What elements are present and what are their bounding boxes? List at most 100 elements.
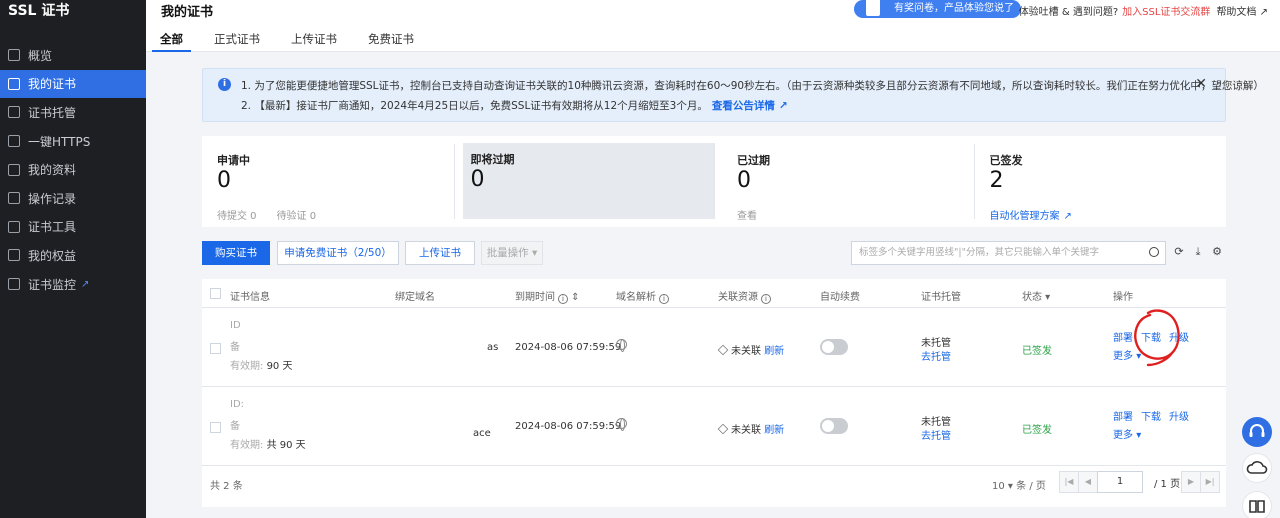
stat-value: 2	[989, 168, 1004, 193]
download-icon[interactable]: ⤓	[1191, 245, 1205, 259]
tab-formal[interactable]: 正式证书	[214, 31, 260, 52]
notice-detail-link[interactable]: 查看公告详情	[712, 100, 775, 112]
feedback-link[interactable]: 体验吐槽 & 遇到问题?	[1019, 7, 1118, 18]
cube-icon	[717, 344, 729, 356]
row-checkbox[interactable]	[210, 343, 221, 354]
next-page-button[interactable]: ▶	[1181, 471, 1201, 493]
refresh-icon[interactable]: ⟳	[1172, 245, 1186, 259]
sidebar-item-operation-log[interactable]: 操作记录	[0, 184, 146, 213]
refresh-link[interactable]: 刷新	[764, 425, 784, 436]
notice-line-2: 2. 【最新】接证书厂商通知，2024年4月25日以后，免费SSL证书有效期将从…	[241, 98, 788, 113]
select-all-checkbox[interactable]	[210, 288, 221, 299]
refresh-link[interactable]: 刷新	[764, 346, 784, 357]
cert-validity: 有效期: 共 90 天	[230, 436, 306, 451]
column-status[interactable]: 状态 ▾	[1022, 288, 1050, 303]
auto-renew-toggle[interactable]	[820, 339, 848, 355]
tab-free[interactable]: 免费证书	[368, 31, 414, 52]
column-dns: 域名解析 i	[616, 288, 669, 304]
annotation-circle	[1134, 309, 1180, 367]
https-icon	[8, 135, 20, 148]
sidebar-item-my-info[interactable]: 我的资料	[0, 155, 146, 184]
stat-pending[interactable]: 申请中 0 待提交 0 待验证 0	[202, 144, 455, 222]
docs-button[interactable]	[1242, 491, 1272, 518]
sidebar-item-label: 我的资料	[28, 163, 77, 178]
hosting-status: 未托管	[921, 417, 951, 428]
stat-sub-view[interactable]: 查看	[737, 207, 757, 222]
stat-expired[interactable]: 已过期 0 查看	[722, 144, 975, 222]
expire-time: 2024-08-06 07:59:59	[515, 342, 622, 353]
main-area: 我的证书 全部 正式证书 上传证书 免费证书 有奖问卷，产品体验您说了算 体验吐…	[146, 0, 1280, 518]
certificate-table: 证书信息 绑定域名 到期时间 i ⇕ 域名解析 i 关联资源 i 自动续费 证书托管 …	[202, 279, 1226, 507]
headset-icon	[1249, 424, 1265, 437]
page-input[interactable]: 1	[1097, 471, 1143, 493]
tab-uploaded[interactable]: 上传证书	[291, 31, 337, 52]
stat-issued[interactable]: 已签发 2 自动化管理方案 ↗	[975, 144, 1227, 222]
cert-id-label: ID	[230, 320, 241, 331]
customer-service-button[interactable]	[1242, 417, 1272, 447]
prev-page-button[interactable]: ◀	[1078, 471, 1098, 493]
page-header: 我的证书 全部 正式证书 上传证书 免费证书 有奖问卷，产品体验您说了算 体验吐…	[146, 0, 1280, 52]
cert-id-label: ID:	[230, 399, 245, 410]
cloud-icon	[1246, 461, 1268, 474]
page-size-select[interactable]: 10 ▾ 条 / 页	[992, 477, 1046, 492]
close-icon[interactable]: ✕	[1195, 76, 1207, 92]
cert-validity-value: 90 天	[266, 361, 293, 372]
upload-certificate-button[interactable]: 上传证书	[405, 241, 475, 265]
info-icon[interactable]: i	[558, 294, 568, 304]
external-link-icon: ↗	[1063, 211, 1072, 222]
dns-globe-icon[interactable]	[616, 339, 627, 353]
go-hosting-link[interactable]: 去托管	[921, 427, 951, 442]
gear-icon[interactable]: ⚙	[1210, 245, 1224, 259]
auto-renew-toggle[interactable]	[820, 418, 848, 434]
more-label: 更多	[1113, 430, 1133, 441]
sidebar-item-tools[interactable]: 证书工具	[0, 213, 146, 242]
info-icon[interactable]: i	[761, 294, 771, 304]
deploy-link[interactable]: 部署	[1113, 412, 1133, 423]
help-docs-link[interactable]: 帮助文档	[1216, 7, 1256, 18]
stat-label: 即将过期	[470, 153, 515, 166]
first-page-button[interactable]: |◀	[1059, 471, 1079, 493]
survey-button[interactable]: 有奖问卷，产品体验您说了算	[854, 0, 1021, 32]
tab-all[interactable]: 全部	[152, 31, 191, 52]
sidebar-item-monitor[interactable]: 证书监控 ↗	[0, 270, 146, 299]
cloud-button[interactable]	[1242, 453, 1272, 483]
stat-sub-to-submit[interactable]: 待提交 0	[217, 211, 257, 222]
row-checkbox[interactable]	[210, 422, 221, 433]
upgrade-link[interactable]: 升级	[1169, 412, 1189, 423]
sidebar-item-overview[interactable]: 概览	[0, 41, 146, 70]
sidebar-item-label: 证书监控	[28, 277, 77, 292]
cert-validity-label: 有效期:	[230, 440, 264, 451]
dns-globe-icon[interactable]	[616, 418, 627, 432]
tool-icon	[8, 220, 20, 233]
search-icon[interactable]	[1149, 247, 1159, 257]
hosting-icon	[8, 106, 20, 119]
automation-link[interactable]: 自动化管理方案 ↗	[990, 207, 1092, 222]
sidebar-item-https[interactable]: 一键HTTPS	[0, 127, 146, 156]
buy-certificate-button[interactable]: 购买证书	[202, 241, 270, 265]
book-icon	[1249, 500, 1265, 513]
bound-domain: ace	[473, 428, 491, 439]
info-icon[interactable]: i	[659, 294, 669, 304]
resource-status: 未关联	[731, 346, 761, 357]
last-page-button[interactable]: ▶|	[1200, 471, 1220, 493]
sidebar-item-my-certificates[interactable]: 我的证书	[0, 69, 146, 99]
stat-sub-to-verify[interactable]: 待验证 0	[277, 211, 317, 222]
resource-status: 未关联	[731, 425, 761, 436]
sidebar-item-benefits[interactable]: 我的权益	[0, 241, 146, 270]
stat-sub: 待提交 0 待验证 0	[217, 207, 336, 222]
table-header: 证书信息 绑定域名 到期时间 i ⇕ 域名解析 i 关联资源 i 自动续费 证书托管 …	[202, 279, 1226, 308]
apply-free-certificate-button[interactable]: 申请免费证书（2/50）	[277, 241, 399, 265]
globe-icon	[616, 418, 627, 431]
filter-icon[interactable]: ▾	[1042, 292, 1050, 303]
sidebar-item-hosting[interactable]: 证书托管	[0, 98, 146, 127]
go-hosting-link[interactable]: 去托管	[921, 348, 951, 363]
more-dropdown[interactable]: 更多 ▾	[1113, 426, 1141, 441]
batch-operation-button[interactable]: 批量操作 ▾	[481, 241, 543, 265]
stats-panel: 申请中 0 待提交 0 待验证 0 即将过期 0 已过期 0 查看 已签发 2 自…	[202, 136, 1226, 227]
column-expire[interactable]: 到期时间 i ⇕	[515, 288, 580, 304]
join-group-link[interactable]: 加入SSL证书交流群	[1122, 7, 1210, 18]
download-link[interactable]: 下载	[1141, 412, 1161, 423]
sort-icon[interactable]: ⇕	[568, 292, 579, 303]
stat-expiring[interactable]: 即将过期 0	[462, 143, 715, 219]
search-input[interactable]: 标签多个关键字用竖线"|"分隔，其它只能输入单个关键字	[851, 241, 1166, 265]
